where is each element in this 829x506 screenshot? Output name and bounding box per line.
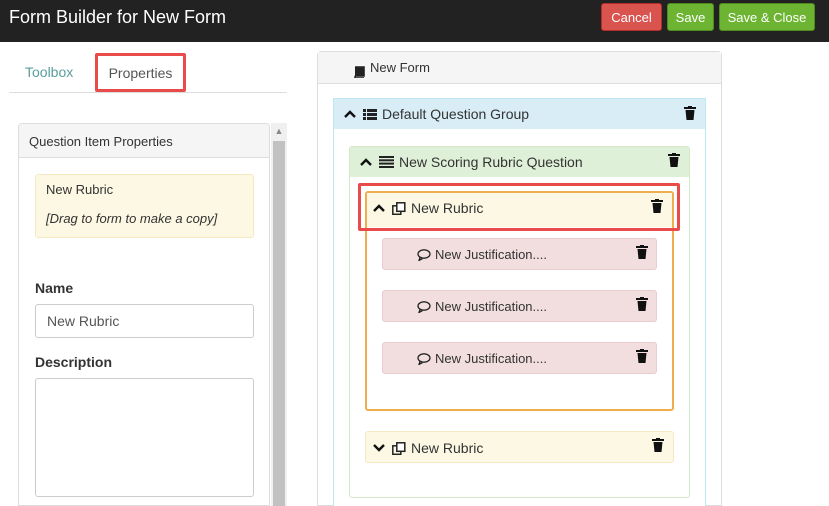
scoring-rubric-header[interactable]: New Scoring Rubric Question bbox=[350, 147, 689, 177]
trash-icon[interactable] bbox=[652, 438, 664, 452]
justification-label: New Justification.... bbox=[435, 351, 547, 366]
description-label: Description bbox=[35, 354, 113, 370]
scroll-thumb[interactable] bbox=[273, 141, 285, 506]
scroll-up-arrow-icon[interactable]: ▲ bbox=[271, 123, 287, 139]
collapsed-rubric-title: New Rubric bbox=[411, 440, 484, 456]
chevron-down-icon[interactable] bbox=[373, 444, 387, 452]
justification-item[interactable]: New Justification.... bbox=[382, 290, 657, 322]
tab-properties[interactable]: Properties bbox=[95, 53, 186, 92]
page-title: Form Builder for New Form bbox=[9, 7, 227, 27]
tab-properties-label: Properties bbox=[108, 64, 173, 81]
name-field[interactable] bbox=[35, 304, 254, 338]
save-and-close-button[interactable]: Save & Close bbox=[719, 3, 815, 31]
chevron-up-icon[interactable] bbox=[344, 110, 358, 118]
book-icon bbox=[353, 60, 366, 83]
comment-icon bbox=[417, 352, 431, 365]
toolbox-item-hint: [Drag to form to make a copy] bbox=[46, 211, 218, 226]
justification-item[interactable]: New Justification.... bbox=[382, 238, 657, 270]
tab-divider bbox=[9, 92, 287, 93]
chevron-up-icon[interactable] bbox=[360, 158, 374, 166]
collapsed-rubric[interactable]: New Rubric bbox=[365, 431, 674, 463]
name-label: Name bbox=[35, 280, 74, 296]
comment-icon bbox=[417, 248, 431, 261]
form-title: New Form bbox=[370, 60, 430, 75]
panel-scrollbar[interactable]: ▲ bbox=[271, 123, 287, 506]
selection-highlight bbox=[358, 183, 680, 231]
trash-icon[interactable] bbox=[668, 153, 680, 167]
tab-toolbox[interactable]: Toolbox bbox=[25, 64, 73, 80]
trash-icon[interactable] bbox=[684, 106, 696, 120]
question-group-header[interactable]: Default Question Group bbox=[334, 99, 705, 129]
app-header: Form Builder for New Form Cancel Save Sa… bbox=[0, 0, 829, 42]
save-button[interactable]: Save bbox=[667, 3, 714, 31]
toolbox-item-name: New Rubric bbox=[46, 182, 114, 197]
description-field[interactable] bbox=[35, 378, 254, 497]
cancel-button[interactable]: Cancel bbox=[601, 3, 662, 31]
trash-icon[interactable] bbox=[636, 297, 648, 311]
list-icon bbox=[363, 108, 377, 120]
trash-icon[interactable] bbox=[636, 245, 648, 259]
comment-icon bbox=[417, 300, 431, 313]
trash-icon[interactable] bbox=[636, 349, 648, 363]
question-group-title: Default Question Group bbox=[382, 106, 530, 122]
justification-label: New Justification.... bbox=[435, 247, 547, 262]
scoring-rubric-title: New Scoring Rubric Question bbox=[399, 154, 583, 170]
scoring-list-icon bbox=[379, 156, 394, 168]
copy-icon bbox=[392, 441, 406, 455]
justification-item[interactable]: New Justification.... bbox=[382, 342, 657, 374]
toolbox-item-preview[interactable]: New Rubric [Drag to form to make a copy] bbox=[35, 174, 254, 238]
properties-panel-heading: Question Item Properties bbox=[19, 124, 269, 158]
form-header: New Form bbox=[318, 52, 721, 84]
properties-panel: Question Item Properties New Rubric [Dra… bbox=[18, 123, 270, 506]
justification-label: New Justification.... bbox=[435, 299, 547, 314]
